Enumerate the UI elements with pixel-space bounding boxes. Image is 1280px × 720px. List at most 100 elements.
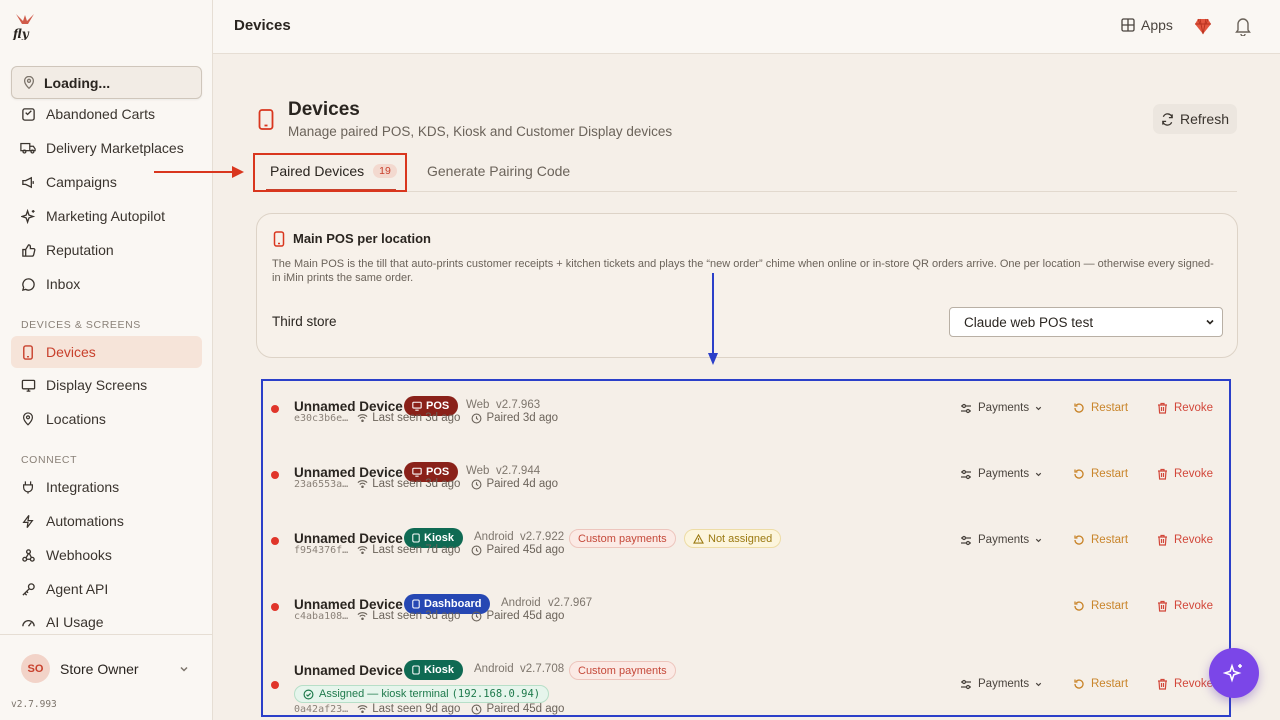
gem-icon[interactable] <box>1194 17 1212 35</box>
restart-button[interactable]: Restart <box>1073 534 1128 546</box>
tablet-icon <box>412 599 420 609</box>
revoke-button[interactable]: Revoke <box>1157 534 1213 546</box>
sidebar-item-webhooks[interactable]: Webhooks <box>11 539 202 571</box>
sidebar-item-automations[interactable]: Automations <box>11 505 202 537</box>
wifi-icon <box>357 480 368 489</box>
device-version: v2.7.963 <box>496 399 541 411</box>
bell-icon[interactable] <box>1234 16 1252 36</box>
revoke-button[interactable]: Revoke <box>1157 468 1213 480</box>
restart-button[interactable]: Restart <box>1073 600 1128 612</box>
sliders-icon <box>961 679 971 689</box>
avatar[interactable]: SO <box>21 654 50 683</box>
clock-icon <box>471 545 482 555</box>
sidebar-item-reputation[interactable]: Reputation <box>11 234 202 266</box>
device-hash: e30c3b6e… <box>294 412 349 424</box>
sidebar-item-label: Devices <box>46 344 96 360</box>
payments-dropdown[interactable]: Payments <box>960 468 1043 480</box>
chevron-down-icon <box>1035 538 1042 542</box>
warning-icon <box>693 533 704 544</box>
cart-icon <box>20 106 36 122</box>
status-dot <box>271 603 279 611</box>
chevron-down-icon[interactable] <box>178 663 190 675</box>
sidebar-item-label: Agent API <box>46 581 109 597</box>
user-name[interactable]: Store Owner <box>60 661 139 677</box>
main-pos-card: Main POS per location The Main POS is th… <box>256 213 1238 358</box>
clock-icon <box>471 611 482 621</box>
sidebar-item-inbox[interactable]: Inbox <box>11 268 202 300</box>
location-select[interactable]: Loading... <box>11 66 202 99</box>
revoke-button[interactable]: Revoke <box>1157 402 1213 414</box>
sidebar-item-agent-api[interactable]: Agent API <box>11 573 202 605</box>
sidebar-item-integrations[interactable]: Integrations <box>11 471 202 503</box>
sidebar-item-label: Webhooks <box>46 547 112 563</box>
revoke-button[interactable]: Revoke <box>1157 678 1213 690</box>
device-hash: c4aba108… <box>294 610 349 622</box>
main-pos-select-value: Claude web POS test <box>964 314 1094 330</box>
sidebar-item-label: Display Screens <box>46 377 148 393</box>
device-meta: c4aba108… Last seen 3d ago Paired 45d ag… <box>294 610 575 622</box>
assigned-pill: Assigned — kiosk terminal (192.168.0.94) <box>294 685 550 703</box>
card-description: The Main POS is the till that auto-print… <box>272 258 1214 284</box>
sidebar-item-label: Integrations <box>46 479 120 495</box>
monitor-icon <box>412 467 422 477</box>
device-name: Unnamed Device <box>294 663 403 678</box>
trash-icon <box>1158 678 1167 690</box>
paired-time: Paired 45d ago <box>471 703 564 715</box>
apps-label: Apps <box>1141 17 1173 33</box>
sidebar-item-devices[interactable]: Devices <box>11 336 202 368</box>
last-seen: Last seen 7d ago <box>357 544 460 556</box>
device-platform: Web <box>466 399 490 411</box>
restart-button[interactable]: Restart <box>1073 402 1128 414</box>
grid-icon <box>1121 18 1135 32</box>
location-select-label: Loading... <box>44 74 111 91</box>
paired-time: Paired 45d ago <box>471 544 564 556</box>
sidebar-item-label: Campaigns <box>46 174 117 190</box>
payments-dropdown[interactable]: Payments <box>960 678 1043 690</box>
device-platform: Android <box>474 531 514 543</box>
trash-icon <box>1158 402 1167 414</box>
sidebar-item-marketing-autopilot[interactable]: Marketing Autopilot <box>11 200 202 232</box>
annotation-highlight-box <box>253 153 407 192</box>
store-name: Third store <box>272 314 337 329</box>
refresh-button[interactable]: Refresh <box>1153 104 1237 134</box>
sidebar-item-label: Marketing Autopilot <box>46 208 166 224</box>
chevron-down-icon <box>1035 682 1042 686</box>
device-platform: Web <box>466 465 490 477</box>
restart-icon <box>1074 679 1084 689</box>
refresh-icon <box>1162 112 1173 126</box>
apps-button[interactable]: Apps <box>1121 17 1173 33</box>
annotation-arrow-right <box>154 166 244 178</box>
sidebar-item-abandoned-carts[interactable]: Abandoned Carts <box>11 98 202 130</box>
restart-icon <box>1074 535 1084 545</box>
sidebar-footer: SO Store Owner v2.7.993 <box>0 634 213 720</box>
fly-logo[interactable]: fly <box>12 12 38 41</box>
main-pos-select[interactable]: Claude web POS test <box>949 307 1223 337</box>
sidebar-item-locations[interactable]: Locations <box>11 403 202 435</box>
tab-generate-pairing-code[interactable]: Generate Pairing Code <box>427 163 570 179</box>
truck-icon <box>20 140 36 156</box>
sidebar-item-display-screens[interactable]: Display Screens <box>11 369 202 401</box>
last-seen: Last seen 3d ago <box>357 610 460 622</box>
restart-button[interactable]: Restart <box>1073 468 1128 480</box>
sidebar-item-label: AI Usage <box>46 614 104 630</box>
bolt-icon <box>20 513 36 529</box>
chevron-down-icon <box>1206 319 1214 325</box>
paired-time: Paired 4d ago <box>471 478 558 490</box>
last-seen: Last seen 3d ago <box>357 478 460 490</box>
ai-assistant-button[interactable] <box>1209 648 1259 698</box>
sidebar: fly Loading... Abandoned Carts Delivery … <box>0 0 213 720</box>
device-row: Unnamed Device Kiosk Android v2.7.708 Cu… <box>263 649 1229 717</box>
sliders-icon <box>961 403 971 413</box>
restart-button[interactable]: Restart <box>1073 678 1128 690</box>
paired-time: Paired 45d ago <box>471 610 564 622</box>
device-row: Unnamed Device Dashboard Android v2.7.96… <box>263 583 1229 649</box>
payments-dropdown[interactable]: Payments <box>960 402 1043 414</box>
sidebar-item-delivery-marketplaces[interactable]: Delivery Marketplaces <box>11 132 202 164</box>
restart-icon <box>1074 601 1084 611</box>
payments-dropdown[interactable]: Payments <box>960 534 1043 546</box>
sliders-icon <box>961 469 971 479</box>
revoke-button[interactable]: Revoke <box>1157 600 1213 612</box>
map-pin-icon <box>23 75 35 89</box>
tablet-icon <box>273 231 285 247</box>
sliders-icon <box>961 535 971 545</box>
